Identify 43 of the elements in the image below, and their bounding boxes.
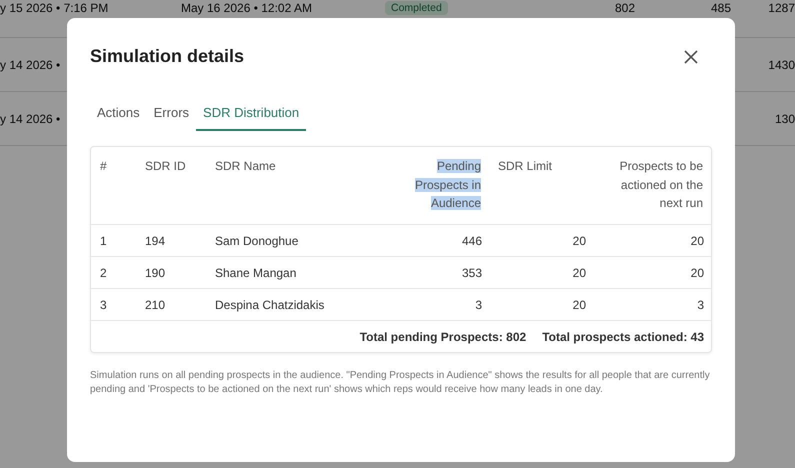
dialog-title: Simulation details [90, 46, 244, 67]
table-cell: 2 [91, 257, 136, 289]
table-cell: 20 [489, 289, 593, 321]
tab[interactable]: SDR Distribution [196, 97, 306, 131]
table-cell: 353 [389, 257, 489, 289]
table-cell: 210 [136, 289, 206, 321]
column-header: Prospects to be actioned on the next run [593, 147, 711, 225]
table-cell: 20 [593, 257, 711, 289]
table-cell: Despina Chatzidakis [206, 289, 389, 321]
table-cell: y 14 2026 • [0, 58, 60, 72]
total-text: Total prospects actioned: 43 [542, 330, 704, 344]
table-cell: 190 [136, 257, 206, 289]
tab[interactable]: Actions [90, 97, 147, 131]
close-icon [682, 48, 700, 66]
table-cell: Sam Donoghue [206, 225, 389, 257]
table-cell: 20 [489, 225, 593, 257]
total-text: Total pending Prospects: 802 [360, 330, 526, 344]
table-cell: 1430 [768, 58, 795, 72]
table-cell: 194 [136, 225, 206, 257]
table-cell: May 16 2026 • 12:02 AM [181, 1, 312, 15]
close-button[interactable] [682, 48, 700, 66]
column-header: Pending Prospects in Audience [389, 147, 489, 225]
table-cell: 802 [614, 1, 635, 15]
table-cell: 20 [489, 257, 593, 289]
table-cell: y 15 2026 • 7:16 PM [0, 1, 108, 15]
table-cell: 20 [593, 225, 711, 257]
table-cell: 3 [91, 289, 136, 321]
table-cell: y 14 2026 • [0, 112, 60, 126]
table-cell: 1 [91, 225, 136, 257]
table-cell: 1287 [768, 1, 795, 15]
column-header: SDR Name [206, 147, 389, 225]
table-cell: 485 [710, 1, 731, 15]
column-header: SDR Limit [489, 147, 593, 225]
column-header: # [91, 147, 136, 225]
status-badge: Completed [385, 1, 448, 15]
table-cell: 130 [774, 112, 795, 126]
table-cell: 446 [389, 225, 489, 257]
table-cell: 3 [593, 289, 711, 321]
note-text: Simulation runs on all pending prospects in the audience. "Pending Prospects in Audience" shows the results for all people that are currently pending and 'Prospects to be actioned on the next run' shows which reps would receive how many leads in one day. [90, 369, 711, 397]
table-cell: 3 [389, 289, 489, 321]
tab[interactable]: Errors [146, 97, 196, 131]
column-header: SDR ID [136, 147, 206, 225]
table-cell: Shane Mangan [206, 257, 389, 289]
